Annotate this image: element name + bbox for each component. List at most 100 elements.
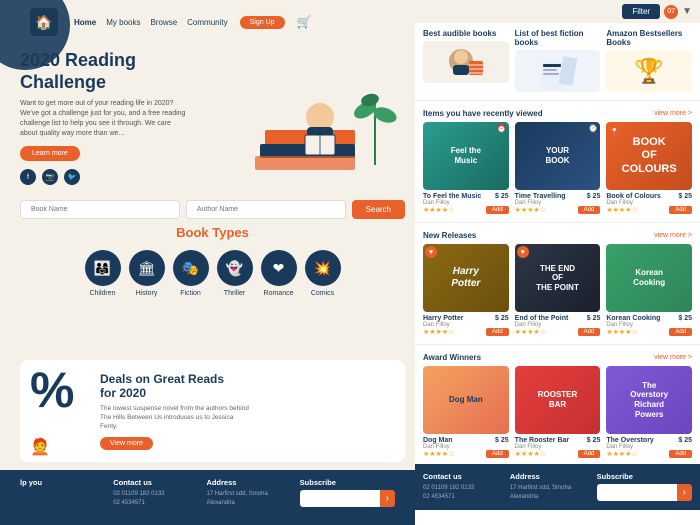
nav-browse[interactable]: Browse	[150, 18, 177, 27]
book-name-input[interactable]	[20, 200, 180, 219]
type-romance[interactable]: ❤ Romance	[261, 250, 297, 297]
dog-man-add-button[interactable]: Add	[486, 450, 509, 458]
amazon-col: Amazon Bestsellers Books 🏆	[606, 29, 692, 92]
nav-home[interactable]: Home	[74, 18, 96, 27]
harry-potter-cover-text: HarryPotter	[447, 262, 484, 294]
fiction-label: Fiction	[180, 290, 201, 297]
end-heart-icon: ♥	[517, 246, 529, 258]
book-colours-price: $ 25	[678, 193, 692, 200]
book-end-of-point: ♥ THE ENDOFTHE POINT End of the Point $ …	[515, 244, 601, 336]
time-travelling-cover-text: YOURBOOK	[542, 142, 574, 169]
subscribe-input[interactable]	[300, 490, 380, 507]
thriller-icon: 👻	[217, 250, 253, 286]
footer-right-subscribe-input[interactable]	[597, 484, 677, 501]
cart-icon[interactable]: 🛒	[297, 15, 312, 29]
feel-music-cover-text: Feel theMusic	[447, 142, 485, 169]
rooster-bar-add-button[interactable]: Add	[578, 450, 601, 458]
award-winners-title: Award Winners	[423, 353, 481, 362]
book-colours-cover-text: BOOKOFCOLOURS	[618, 132, 681, 180]
new-releases-more[interactable]: view more >	[654, 232, 692, 239]
rooster-bar-stars: ★★★★☆	[515, 450, 546, 458]
overstory-add-button[interactable]: Add	[669, 450, 692, 458]
footer-right-phone2: 02 4534571	[423, 493, 500, 502]
korean-cooking-stars: ★★★★☆	[606, 328, 637, 336]
fiction-illustration	[533, 52, 583, 90]
history-icon: 🏛	[129, 250, 165, 286]
top-categories-section: Best audible books List of best fiction …	[415, 23, 700, 98]
korean-cooking-add-button[interactable]: Add	[669, 328, 692, 336]
footer-right-address-line1: 17 Harfirst sdd, Smoha	[510, 484, 587, 493]
book-types-title: Book Types	[20, 225, 405, 240]
recently-viewed-more[interactable]: view more >	[654, 110, 692, 117]
rooster-bar-title: The Rooster Bar	[515, 437, 569, 444]
dog-man-title: Dog Man	[423, 437, 453, 444]
nav-mybooks[interactable]: My books	[106, 18, 140, 27]
facebook-icon[interactable]: f	[20, 169, 36, 185]
address-title: Address	[206, 478, 279, 487]
award-winners-section: Award Winners view more > Dog Man Dog Ma…	[415, 347, 700, 464]
type-children[interactable]: 👨‍👩‍👧 Children	[85, 250, 121, 297]
hero-content: 2020 ReadingChallenge Want to get more o…	[20, 50, 190, 185]
award-winners-books: Dog Man Dog Man $ 25 Dan Filloy ★★★★☆ Ad…	[423, 366, 692, 458]
time-travelling-cover: YOURBOOK ⌚	[515, 122, 601, 190]
footer-content: lp you Contact us 02 01109 182 0133 02 4…	[0, 470, 415, 516]
type-thriller[interactable]: 👻 Thriller	[217, 250, 253, 297]
feel-music-stars: ★★★★☆	[423, 206, 454, 214]
korean-cooking-cover-text: KoreanCooking	[629, 264, 669, 291]
end-of-point-stars: ★★★★☆	[515, 328, 546, 336]
subscribe-button[interactable]: ›	[380, 490, 395, 507]
rooster-bar-cover: ROOSTERBAR	[515, 366, 601, 434]
twitter-icon[interactable]: 🐦	[64, 169, 80, 185]
divider-1	[415, 100, 700, 101]
book-colours-stars: ★★★★☆	[606, 206, 637, 214]
overstory-cover: TheOverstoryRichardPowers	[606, 366, 692, 434]
recently-viewed-section: Items you have recently viewed view more…	[415, 103, 700, 220]
deals-text: The lowest suspense novel from the autho…	[100, 404, 250, 431]
type-history[interactable]: 🏛 History	[129, 250, 165, 297]
contact-phone2: 02 4534571	[113, 499, 186, 508]
feel-music-add-button[interactable]: Add	[486, 206, 509, 214]
footer-right-phone1: 02 01109 182 0133	[423, 484, 500, 493]
footer-help: lp you	[20, 478, 93, 508]
time-travelling-add-button[interactable]: Add	[578, 206, 601, 214]
instagram-icon[interactable]: 📷	[42, 169, 58, 185]
footer-right-subscribe-form: ›	[597, 484, 692, 501]
book-overstory: TheOverstoryRichardPowers The Overstory …	[606, 366, 692, 458]
book-colours-add-button[interactable]: Add	[669, 206, 692, 214]
book-rooster-bar: ROOSTERBAR The Rooster Bar $ 25 Dan Fill…	[515, 366, 601, 458]
nav-community[interactable]: Community	[187, 18, 227, 27]
footer-right-contact: Contact us 02 01109 182 0133 02 4534571	[423, 472, 500, 502]
left-panel: 🏠 Home My books Browse Community Sign Up…	[0, 0, 415, 525]
time-travelling-stars: ★★★★☆	[515, 206, 546, 214]
author-name-input[interactable]	[186, 200, 346, 219]
type-comics[interactable]: 💥 Comics	[305, 250, 341, 297]
logo[interactable]: 🏠	[30, 8, 58, 36]
thriller-label: Thriller	[224, 290, 245, 297]
subscribe-form: ›	[300, 490, 395, 507]
footer-right-address-title: Address	[510, 472, 587, 481]
signup-button[interactable]: Sign Up	[240, 16, 285, 29]
amazon-title: Amazon Bestsellers Books	[606, 29, 692, 47]
deals-view-more-button[interactable]: View more	[100, 437, 153, 450]
filter-chevron-down-icon[interactable]: ▼	[682, 6, 692, 17]
recently-viewed-title: Items you have recently viewed	[423, 109, 543, 118]
feel-music-title: To Feel the Music	[423, 193, 481, 200]
new-releases-title: New Releases	[423, 231, 476, 240]
dog-man-stars: ★★★★☆	[423, 450, 454, 458]
end-of-point-title: End of the Point	[515, 315, 569, 322]
footer-subscribe: Subscribe ›	[300, 478, 395, 508]
learn-more-button[interactable]: Learn more	[20, 146, 80, 161]
end-of-point-cover: ♥ THE ENDOFTHE POINT	[515, 244, 601, 312]
harry-potter-add-button[interactable]: Add	[486, 328, 509, 336]
korean-cooking-price: $ 25	[678, 315, 692, 322]
divider-3	[415, 344, 700, 345]
filter-button[interactable]: Filter	[622, 4, 660, 19]
footer-right-subscribe-button[interactable]: ›	[677, 484, 692, 501]
end-of-point-add-button[interactable]: Add	[578, 328, 601, 336]
footer-right-address: Address 17 Harfirst sdd, Smoha Alexandri…	[510, 472, 587, 502]
award-winners-more[interactable]: view more >	[654, 354, 692, 361]
hero-title: 2020 ReadingChallenge	[20, 50, 190, 93]
search-button[interactable]: Search	[352, 200, 405, 219]
type-fiction[interactable]: 🎭 Fiction	[173, 250, 209, 297]
recently-viewed-header: Items you have recently viewed view more…	[423, 109, 692, 118]
